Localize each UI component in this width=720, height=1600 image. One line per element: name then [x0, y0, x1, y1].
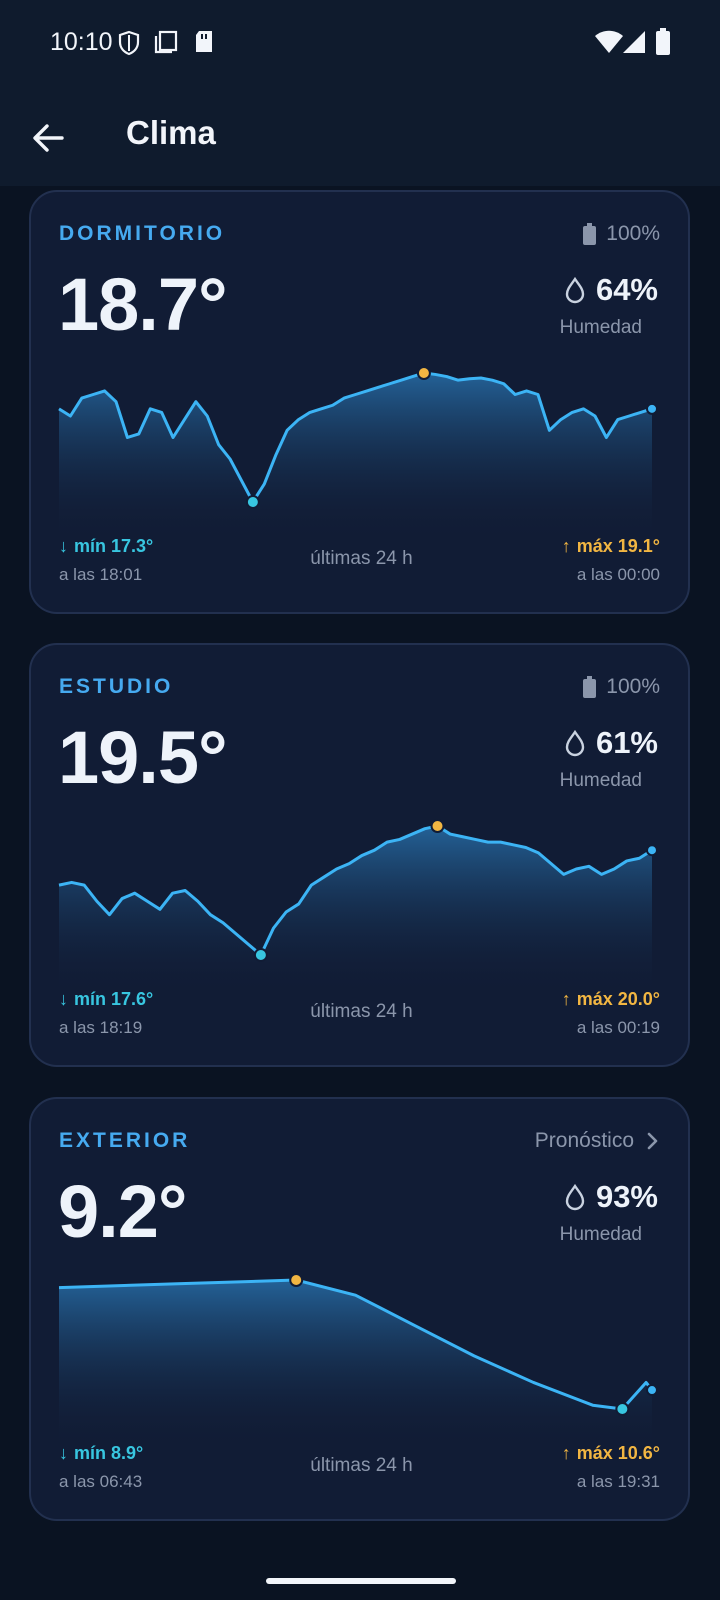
max-label: máx 19.1° [576, 536, 660, 556]
arrow-up-icon: ↑ [561, 989, 571, 1009]
humidity: 93% Humedad [498, 1179, 658, 1249]
sd-card-icon [196, 31, 212, 52]
shield-icon [118, 30, 140, 56]
humidity-value: 61% [595, 725, 658, 760]
chart-area [59, 373, 652, 542]
max-point [430, 819, 445, 833]
max-time: a las 19:31 [576, 1472, 660, 1491]
chart-area [59, 1280, 652, 1449]
battery-status: 100% [583, 222, 660, 246]
card-title: DORMITORIO [59, 222, 226, 245]
water-drop-icon [565, 1183, 585, 1211]
screen-copy-icon [154, 30, 178, 54]
water-drop-icon [565, 729, 585, 757]
status-time: 10:10 [50, 28, 113, 56]
max-label: máx 20.0° [576, 989, 660, 1009]
battery-status: 100% [583, 675, 660, 699]
max-label: máx 10.6° [576, 1443, 660, 1463]
temperature-value: 9.2° [58, 1170, 187, 1253]
chevron-right-icon [647, 1132, 658, 1150]
app-bar: Clima [0, 90, 720, 186]
arrow-up-icon: ↑ [561, 536, 571, 556]
arrow-up-icon: ↑ [561, 1443, 571, 1463]
chart-area [59, 826, 652, 995]
max-time: a las 00:19 [576, 1018, 660, 1037]
humidity: 61% Humedad [498, 725, 658, 795]
battery-level: 100% [606, 675, 660, 698]
max-point [416, 366, 431, 380]
signal-icon [623, 31, 645, 53]
sensor-card-dormitorio[interactable]: DORMITORIO 100% 18.7° 64% Humedad ↓ mín 1… [29, 190, 690, 614]
max-time: a las 00:00 [576, 565, 660, 584]
max-stat: ↑ máx 10.6° a las 19:31 [562, 1443, 660, 1492]
card-title: ESTUDIO [59, 675, 174, 698]
forecast-label: Pronóstico [534, 1129, 634, 1152]
battery-level: 100% [606, 222, 660, 245]
humidity-value: 64% [595, 272, 658, 307]
current-point [646, 1384, 658, 1397]
temperature-chart [58, 366, 658, 542]
temperature-chart [58, 819, 658, 995]
water-drop-icon [565, 276, 585, 304]
home-indicator[interactable] [266, 1578, 456, 1584]
battery-icon [583, 223, 597, 245]
temperature-chart [58, 1273, 658, 1449]
arrow-left-icon[interactable] [28, 118, 68, 158]
current-point [646, 402, 658, 415]
humidity-value: 93% [595, 1179, 658, 1214]
forecast-link[interactable]: Pronóstico [535, 1129, 660, 1153]
battery-icon [656, 28, 670, 55]
wifi-icon [595, 30, 623, 53]
min-point [245, 495, 260, 509]
current-point [646, 844, 658, 857]
page-title: Clima [126, 114, 216, 151]
max-point [289, 1273, 304, 1287]
sensor-card-estudio[interactable]: ESTUDIO 100% 19.5° 61% Humedad ↓ mín 17.6… [29, 643, 690, 1067]
min-point [253, 948, 268, 962]
sensor-card-exterior[interactable]: EXTERIOR Pronóstico 9.2° 93% Humedad ↓ mí… [29, 1097, 690, 1521]
temperature-value: 19.5° [58, 716, 228, 799]
temperature-value: 18.7° [58, 263, 228, 346]
humidity: 64% Humedad [498, 272, 658, 342]
min-point [615, 1402, 630, 1416]
max-stat: ↑ máx 20.0° a las 00:19 [562, 989, 660, 1038]
status-bar: 10:10 [0, 0, 720, 90]
humidity-label: Humedad [559, 1224, 642, 1245]
card-title: EXTERIOR [59, 1129, 191, 1152]
max-stat: ↑ máx 19.1° a las 00:00 [562, 536, 660, 585]
battery-icon [583, 676, 597, 698]
humidity-label: Humedad [559, 770, 642, 791]
humidity-label: Humedad [559, 317, 642, 338]
